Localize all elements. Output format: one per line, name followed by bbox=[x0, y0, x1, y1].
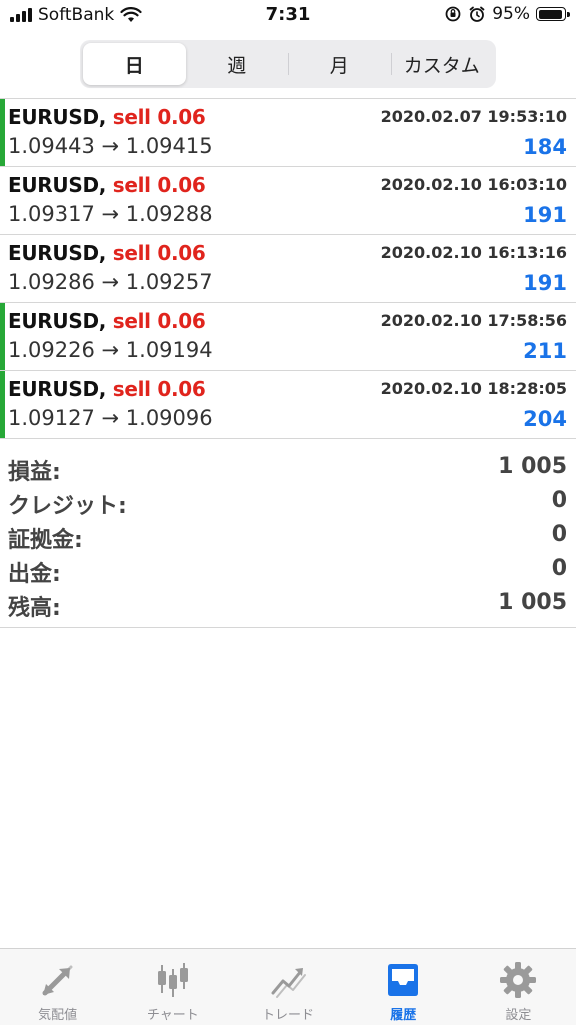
tab-chart[interactable]: チャート bbox=[115, 949, 230, 1025]
quotes-arrows-icon bbox=[42, 965, 73, 996]
deal-stripe bbox=[0, 99, 5, 166]
deal-profit: 191 bbox=[523, 203, 567, 227]
battery-percent: 95% bbox=[492, 4, 530, 24]
deal-time: 2020.02.10 16:13:16 bbox=[380, 243, 567, 262]
deal-row[interactable]: EURUSD, sell 0.06 2020.02.07 19:53:10 1.… bbox=[0, 99, 576, 167]
tab-day[interactable]: 日 bbox=[83, 43, 186, 85]
summary-value: 0 bbox=[551, 522, 567, 547]
deal-time: 2020.02.10 16:03:10 bbox=[380, 175, 567, 194]
deal-symbol: EURUSD, bbox=[8, 105, 107, 129]
deal-row[interactable]: EURUSD, sell 0.06 2020.02.10 17:58:56 1.… bbox=[0, 303, 576, 371]
deal-profit: 184 bbox=[523, 135, 567, 159]
candlestick-icon bbox=[157, 963, 188, 997]
account-summary: 損益: 1 005 クレジット: 0 証拠金: 0 出金: 0 残高: 1 00… bbox=[0, 452, 576, 628]
summary-profit: 損益: 1 005 bbox=[8, 454, 567, 488]
deal-prices: 1.09226 → 1.09194 bbox=[8, 338, 213, 362]
deal-list: EURUSD, sell 0.06 2020.02.07 19:53:10 1.… bbox=[0, 98, 576, 439]
period-segmented-control: 日 週 月 カスタム bbox=[80, 40, 496, 88]
trade-trend-icon bbox=[271, 968, 306, 998]
summary-value: 0 bbox=[551, 488, 567, 513]
alarm-icon bbox=[469, 6, 485, 22]
tab-month[interactable]: 月 bbox=[288, 43, 391, 85]
gear-icon bbox=[500, 962, 537, 998]
deal-side: sell 0.06 bbox=[112, 241, 206, 265]
tab-trade[interactable]: トレード bbox=[230, 949, 345, 1025]
deal-prices: 1.09286 → 1.09257 bbox=[8, 270, 213, 294]
deal-side: sell 0.06 bbox=[112, 309, 206, 333]
summary-withdrawal: 出金: 0 bbox=[8, 556, 567, 590]
summary-value: 1 005 bbox=[498, 454, 567, 479]
summary-label: 証拠金: bbox=[8, 528, 83, 553]
deal-prices: 1.09317 → 1.09288 bbox=[8, 202, 213, 226]
deal-row[interactable]: EURUSD, sell 0.06 2020.02.10 16:03:10 1.… bbox=[0, 167, 576, 235]
deal-stripe bbox=[0, 371, 5, 438]
status-right: 95% bbox=[444, 4, 570, 24]
deal-time: 2020.02.07 19:53:10 bbox=[380, 107, 567, 126]
deal-stripe bbox=[0, 303, 5, 370]
tab-custom[interactable]: カスタム bbox=[390, 43, 494, 85]
summary-deposit: 証拠金: 0 bbox=[8, 522, 567, 556]
battery-icon bbox=[536, 7, 570, 21]
summary-credit: クレジット: 0 bbox=[8, 488, 567, 522]
tab-label: トレード bbox=[262, 1008, 315, 1023]
deal-symbol: EURUSD, bbox=[8, 377, 107, 401]
tab-settings[interactable]: 設定 bbox=[461, 949, 576, 1025]
summary-label: 損益: bbox=[8, 460, 61, 485]
summary-balance: 残高: 1 005 bbox=[8, 590, 567, 624]
deal-side: sell 0.06 bbox=[112, 377, 206, 401]
summary-value: 0 bbox=[551, 556, 567, 581]
bottom-tab-bar: 気配値 チャート トレード 履歴 設定 bbox=[0, 948, 576, 1025]
deal-symbol: EURUSD, bbox=[8, 173, 107, 197]
deal-row[interactable]: EURUSD, sell 0.06 2020.02.10 18:28:05 1.… bbox=[0, 371, 576, 439]
status-bar: SoftBank 7:31 95% bbox=[0, 0, 576, 32]
deal-time: 2020.02.10 17:58:56 bbox=[380, 311, 567, 330]
summary-label: クレジット: bbox=[8, 494, 127, 519]
history-inbox-icon bbox=[388, 964, 419, 996]
deal-time: 2020.02.10 18:28:05 bbox=[380, 379, 567, 398]
tab-label: チャート bbox=[146, 1008, 199, 1023]
summary-label: 残高: bbox=[8, 596, 61, 621]
deal-symbol: EURUSD, bbox=[8, 309, 107, 333]
deal-prices: 1.09127 → 1.09096 bbox=[8, 406, 213, 430]
tab-history[interactable]: 履歴 bbox=[346, 949, 461, 1025]
summary-label: 出金: bbox=[8, 562, 61, 587]
summary-value: 1 005 bbox=[498, 590, 567, 615]
tab-week[interactable]: 週 bbox=[186, 43, 289, 85]
tab-label: 気配値 bbox=[38, 1008, 78, 1023]
deal-side: sell 0.06 bbox=[112, 105, 206, 129]
tab-quotes[interactable]: 気配値 bbox=[0, 949, 115, 1025]
tab-label: 設定 bbox=[505, 1008, 532, 1023]
deal-row[interactable]: EURUSD, sell 0.06 2020.02.10 16:13:16 1.… bbox=[0, 235, 576, 303]
tab-label: 履歴 bbox=[390, 1008, 417, 1023]
deal-symbol: EURUSD, bbox=[8, 241, 107, 265]
deal-side: sell 0.06 bbox=[112, 173, 206, 197]
deal-profit: 191 bbox=[523, 271, 567, 295]
deal-profit: 204 bbox=[523, 407, 567, 431]
deal-profit: 211 bbox=[523, 339, 567, 363]
orientation-lock-icon bbox=[445, 6, 461, 22]
deal-prices: 1.09443 → 1.09415 bbox=[8, 134, 213, 158]
